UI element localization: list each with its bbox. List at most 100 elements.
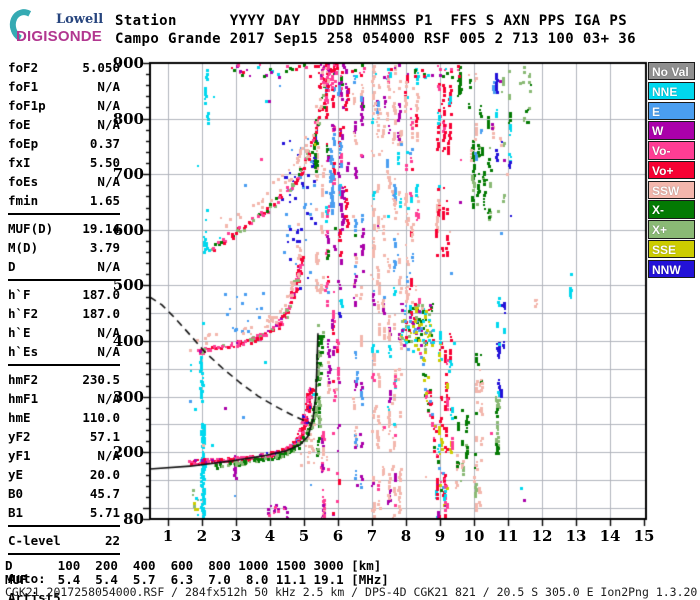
x-tick-label-12: 12 — [531, 527, 553, 545]
param-label: fmin — [8, 193, 39, 208]
param-label: yF2 — [8, 429, 31, 444]
param-row-foe: foE N/A — [8, 115, 120, 134]
param-label: foEs — [8, 174, 39, 189]
param-label: hmF1 — [8, 391, 39, 406]
x-tick-label-10: 10 — [463, 527, 485, 545]
x-tick-label-11: 11 — [497, 527, 519, 545]
y-tick-label-800: 800 — [112, 109, 144, 128]
param-row-md: M(D) 3.79 — [8, 238, 120, 257]
param-value: N/A — [97, 259, 120, 274]
param-label: h`E — [8, 325, 31, 340]
param-row-mufd: MUF(D) 19.14 — [8, 219, 120, 238]
param-label: D — [8, 259, 16, 274]
param-row-yf1: yF1 N/A — [8, 446, 120, 465]
legend-item-nnw: NNW — [648, 259, 695, 279]
param-label: C-level — [8, 533, 61, 548]
param-label: fxI — [8, 155, 31, 170]
param-row-ye: yE 20.0 — [8, 465, 120, 484]
digisonde-logo: Lowell DIGISONDE — [4, 5, 114, 50]
param-row-foep: foEp 0.37 — [8, 134, 120, 153]
param-label: foF1p — [8, 98, 46, 113]
legend-item-vm: Vo- — [648, 141, 695, 160]
param-value: 0.37 — [89, 136, 120, 151]
y-tick-label-200: 200 — [112, 443, 144, 462]
param-value: 45.7 — [89, 486, 120, 501]
param-label: M(D) — [8, 240, 39, 255]
param-value: 230.5 — [82, 372, 120, 387]
x-tick-label-2: 2 — [196, 527, 208, 545]
digisonde-ionogram-screen: Lowell DIGISONDE Station YYYY DAY DDD HH… — [0, 0, 700, 600]
param-divider — [8, 279, 120, 281]
x-tick-label-8: 8 — [400, 527, 412, 545]
logo-lowell-text: Lowell — [56, 12, 104, 27]
param-row-hmf1: hmF1 N/A — [8, 389, 120, 408]
param-label: B1 — [8, 505, 24, 520]
legend-item-vp: Vo+ — [648, 160, 695, 180]
param-value: 110.0 — [82, 410, 120, 425]
param-label: h`Es — [8, 344, 39, 359]
param-row-fmin: fmin 1.65 — [8, 191, 120, 210]
x-tick-label-15: 15 — [633, 527, 655, 545]
param-label: foE — [8, 117, 31, 132]
x-tick-label-7: 7 — [366, 527, 378, 545]
legend-item-xp: X+ — [648, 220, 695, 239]
param-label: h`F2 — [8, 306, 39, 321]
param-row-hme: hmE 110.0 — [8, 408, 120, 427]
param-row-yf2: yF2 57.1 — [8, 427, 120, 446]
param-row-d: D N/A — [8, 257, 120, 276]
doppler-direction-legend: No Val NNE E W Vo- Vo+ SSW X- X+ SSE NNW — [648, 62, 697, 280]
param-row-hf2: h`F2 187.0 — [8, 304, 120, 323]
param-label: B0 — [8, 486, 24, 501]
param-label: foEp — [8, 136, 39, 151]
param-label: yE — [8, 467, 24, 482]
param-row-hes: h`Es N/A — [8, 342, 120, 361]
legend-item-w: W — [648, 121, 695, 140]
param-value: 187.0 — [82, 306, 120, 321]
legend-item-ssw: SSW — [648, 180, 695, 200]
param-row-foes: foEs N/A — [8, 172, 120, 191]
param-label: MUF(D) — [8, 221, 54, 236]
legend-item-nv: No Val — [648, 62, 695, 81]
param-row-he: h`E N/A — [8, 323, 120, 342]
param-row-b1: B1 5.71 — [8, 503, 120, 522]
param-divider — [8, 213, 120, 215]
param-row-fxi: fxI 5.50 — [8, 153, 120, 172]
param-row-fof2: foF2 5.050 — [8, 58, 120, 77]
param-value: 3.79 — [89, 240, 120, 255]
x-tick-label-3: 3 — [230, 527, 242, 545]
y-tick-label-500: 500 — [112, 276, 144, 295]
param-row-clevel: C-level 22 — [8, 531, 120, 550]
param-row-hmf2: hmF2 230.5 — [8, 370, 120, 389]
x-tick-label-5: 5 — [298, 527, 310, 545]
header-fields-line: Station YYYY DAY DDD HHMMSS P1 FFS S AXN… — [115, 13, 628, 29]
x-tick-label-1: 1 — [162, 527, 174, 545]
y-tick-label-80: 80 — [123, 510, 144, 528]
x-tick-label-9: 9 — [434, 527, 446, 545]
param-label: h`F — [8, 287, 31, 302]
logo-digisonde-text: DIGISONDE — [16, 28, 102, 45]
legend-item-xm: X- — [648, 200, 695, 219]
param-divider — [8, 525, 120, 527]
param-value: 1.65 — [89, 193, 120, 208]
x-tick-label-6: 6 — [332, 527, 344, 545]
x-tick-label-4: 4 — [264, 527, 276, 545]
x-tick-label-13: 13 — [565, 527, 587, 545]
param-label: foF1 — [8, 79, 39, 94]
param-value: N/A — [97, 79, 120, 94]
param-row-fof1: foF1 N/A — [8, 77, 120, 96]
y-tick-label-400: 400 — [112, 332, 144, 351]
header-block: Station YYYY DAY DDD HHMMSS P1 FFS S AXN… — [115, 12, 636, 48]
param-row-b0: B0 45.7 — [8, 484, 120, 503]
y-tick-label-900: 900 — [112, 53, 144, 72]
header-values-line: Campo Grande 2017 Sep15 258 054000 RSF 0… — [115, 31, 636, 47]
param-value: 22 — [104, 533, 120, 548]
legend-item-e: E — [648, 101, 695, 120]
param-value: 20.0 — [89, 467, 120, 482]
y-tick-label-700: 700 — [112, 165, 144, 184]
param-label: hmF2 — [8, 372, 39, 387]
y-tick-label-300: 300 — [112, 387, 144, 406]
param-divider — [8, 553, 120, 555]
distance-row: D 100 200 400 600 800 1000 1500 3000 [km… — [5, 558, 382, 573]
param-row-fof1p: foF1p N/A — [8, 96, 120, 115]
param-label: foF2 — [8, 60, 39, 75]
